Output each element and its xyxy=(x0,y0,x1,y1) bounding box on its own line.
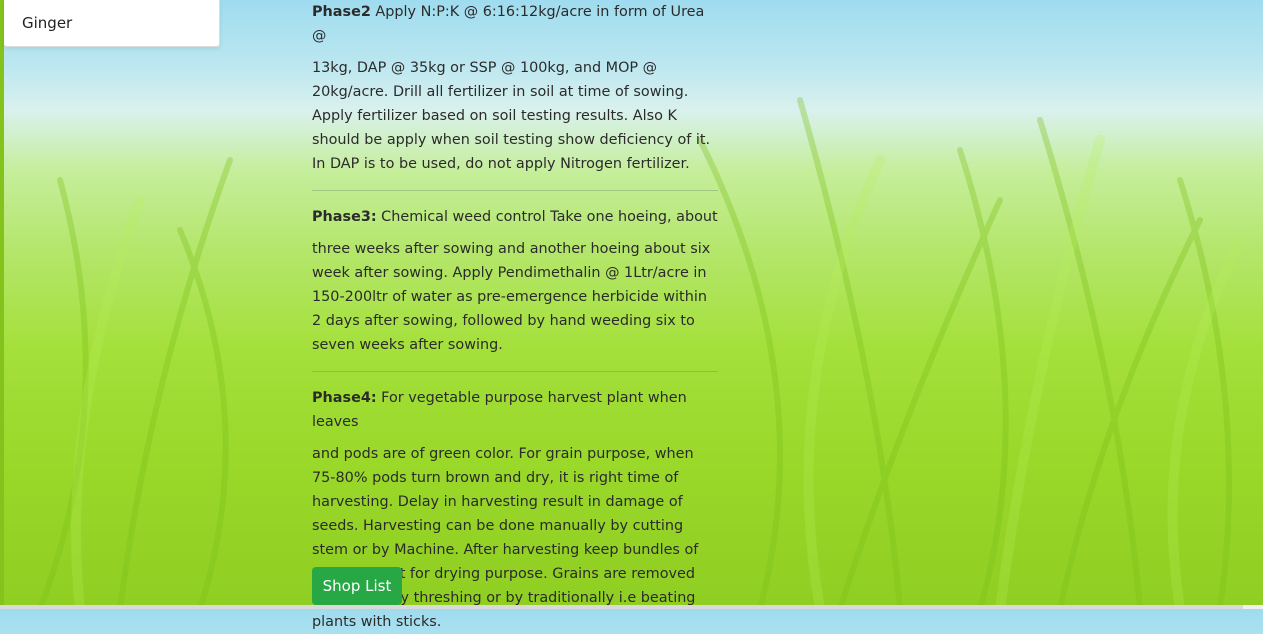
scrollbar-corner xyxy=(1243,605,1263,609)
phase-2-title: Phase2 xyxy=(312,4,371,20)
phase-2-text: Phase2 Apply N:P:K @ 6:16:12kg/acre in f… xyxy=(312,0,720,176)
phase-divider xyxy=(312,371,718,372)
phase-4-title: Phase4: xyxy=(312,390,377,406)
phase-divider xyxy=(312,190,718,191)
phase-3-first-line: Chemical weed control Take one hoeing, a… xyxy=(376,209,718,225)
phase-3-title: Phase3: xyxy=(312,209,377,225)
crop-dropdown-menu: Ginger xyxy=(4,0,220,47)
shop-list-button[interactable]: Shop List xyxy=(312,567,402,605)
phase-3-body: three weeks after sowing and another hoe… xyxy=(312,241,711,353)
phase-content: Phase2 Apply N:P:K @ 6:16:12kg/acre in f… xyxy=(312,0,720,634)
phase-2-body: 13kg, DAP @ 35kg or SSP @ 100kg, and MOP… xyxy=(312,60,711,172)
phase-2-first-line: Apply N:P:K @ 6:16:12kg/acre in form of … xyxy=(312,4,705,44)
dropdown-item-ginger[interactable]: Ginger xyxy=(22,14,72,32)
left-edge-stripe xyxy=(0,0,4,609)
phase-3-text: Phase3: Chemical weed control Take one h… xyxy=(312,205,720,357)
horizontal-scrollbar[interactable] xyxy=(0,605,1243,609)
